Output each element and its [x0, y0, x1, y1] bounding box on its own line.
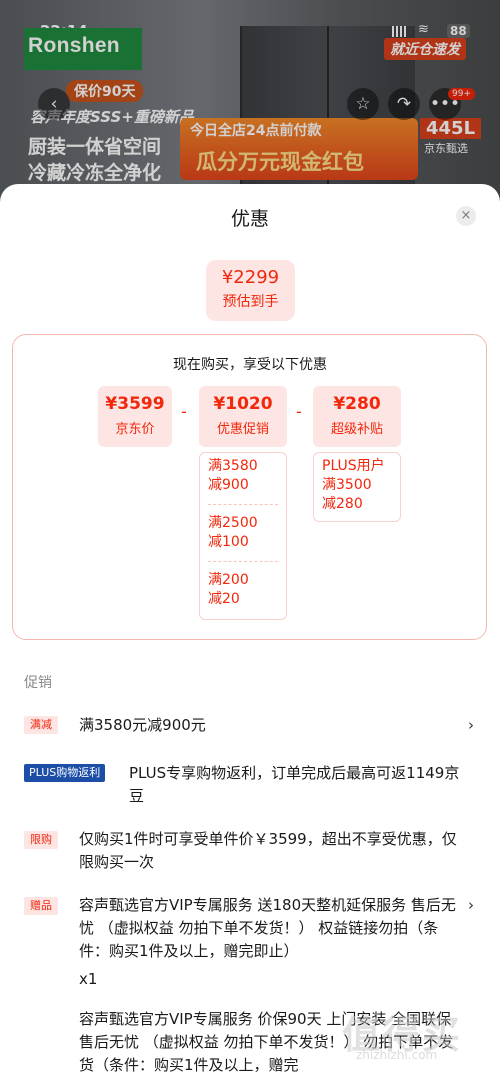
promo-text: PLUS专享购物返利，订单完成后最高可返1149京豆 [129, 764, 460, 805]
subsidy-detail-list: PLUS用户 满3500 减280 [313, 452, 401, 522]
breakdown-title: 现在购买，享受以下优惠 [173, 357, 327, 373]
minus-sign: - [181, 402, 187, 421]
discount-sheet: 优惠 × ¥2299 预估到手 现在购买，享受以下优惠 ¥3599 京东价 - … [0, 184, 500, 1081]
promo-detail-item: 满3580 减900 [208, 458, 258, 493]
promo-row-plus-rebate: PLUS购物返利 PLUS专享购物返利，订单完成后最高可返1149京豆 [24, 762, 476, 810]
promo-row-full-reduction[interactable]: 满减 满3580元减900元 › [24, 714, 476, 738]
close-button[interactable]: × [456, 206, 476, 226]
divider [208, 561, 278, 562]
promo-detail-item: 满2500 减100 [208, 515, 258, 550]
jd-price-label: 京东价 [115, 422, 155, 437]
promo-tag: 限购 [24, 831, 58, 849]
minus-sign: - [296, 402, 302, 421]
estimated-price: ¥2299 [221, 267, 280, 288]
promo-tag: 满减 [24, 716, 58, 734]
subsidy-box: ¥280 超级补贴 [313, 386, 401, 447]
promo-discount-value: ¥1020 [213, 394, 273, 414]
jd-price-box: ¥3599 京东价 [98, 386, 172, 447]
subsidy-detail-item: PLUS用户 满3500 减280 [322, 458, 385, 512]
subsidy-label: 超级补贴 [330, 422, 383, 437]
subsidy-value: ¥280 [333, 394, 381, 414]
promo-discount-label: 优惠促销 [216, 422, 269, 437]
chevron-right-icon: › [468, 896, 474, 914]
promo-tag: 赠品 [24, 897, 58, 915]
promo-discount-box: ¥1020 优惠促销 [199, 386, 287, 447]
promo-text: 容声甄选官方VIP专属服务 送180天整机延保服务 售后无忧 （虚拟权益 勿拍下… [79, 896, 456, 960]
promo-row-purchase-limit: 限购 仅购买1件时可享受单件价￥3599，超出不享受优惠，仅限购买一次 [24, 828, 476, 876]
promo-text: 仅购买1件时可享受单件价￥3599，超出不享受优惠，仅限购买一次 [79, 830, 457, 871]
promo-detail-list: 满3580 减900 满2500 减100 满200 减20 [199, 452, 287, 620]
estimated-price-label: 预估到手 [222, 294, 279, 310]
promotions-section-label: 促销 [24, 675, 52, 691]
divider [208, 504, 278, 505]
promo-row-gift[interactable]: 赠品 容声甄选官方VIP专属服务 送180天整机延保服务 售后无忧 （虚拟权益 … [24, 894, 476, 988]
promo-detail-item: 满200 减20 [208, 572, 249, 607]
product-banner: 22:14 ≋ 88 Ronshen 保价90天 容声年度SSS+重磅新品 厨装… [0, 0, 500, 200]
promo-text: 满3580元减900元 [79, 716, 206, 734]
jd-price-value: ¥3599 [105, 394, 165, 414]
close-icon: × [460, 208, 472, 223]
site-watermark-url: zhizhizhi.com [356, 1048, 438, 1062]
promo-tag: PLUS购物返利 [24, 764, 106, 782]
gift-quantity: x1 [79, 970, 98, 988]
chevron-right-icon: › [468, 716, 474, 734]
overlay-dim [0, 0, 500, 200]
sheet-title: 优惠 [230, 208, 269, 230]
estimated-price-box: ¥2299 预估到手 [206, 260, 295, 321]
